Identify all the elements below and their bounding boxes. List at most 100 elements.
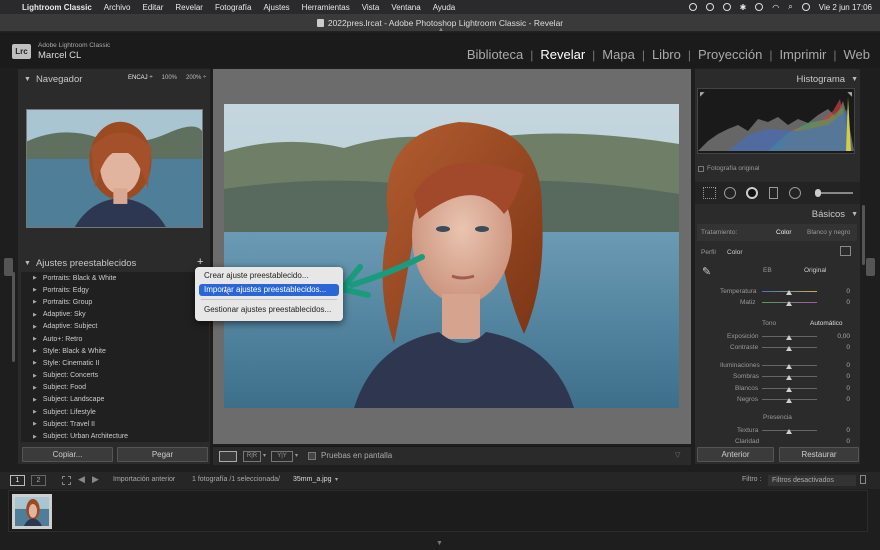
clock[interactable]: Vie 2 jun 17:06 [819, 3, 872, 12]
zoom-200[interactable]: 200% ÷ [186, 75, 206, 81]
screen-2-button[interactable]: 2 [31, 475, 46, 486]
expand-triangle-icon[interactable]: ▶ [33, 434, 37, 440]
right-panel-scrollbar[interactable] [862, 205, 865, 265]
expand-triangle-icon[interactable]: ▶ [33, 397, 37, 403]
bluetooth-icon[interactable]: ✱ [740, 3, 747, 12]
expand-triangle-icon[interactable]: ▶ [33, 360, 37, 366]
expand-triangle-icon[interactable]: ▶ [33, 299, 37, 305]
back-arrow-icon[interactable]: ◀ [78, 474, 85, 485]
reset-button[interactable]: Restaurar [779, 447, 859, 462]
exposure-knob[interactable] [786, 335, 792, 340]
preset-item[interactable]: ▶ Subject: Urban Architecture [21, 430, 209, 442]
menu-editar[interactable]: Editar [142, 3, 163, 12]
whites-value[interactable]: 0 [820, 385, 850, 392]
menu-ventana[interactable]: Ventana [391, 3, 420, 12]
expand-triangle-icon[interactable]: ▶ [33, 409, 37, 415]
menu-create-preset[interactable]: Crear ajuste preestablecido... [199, 270, 339, 282]
texture-knob[interactable] [786, 429, 792, 434]
status-icon[interactable] [705, 3, 714, 11]
eyedropper-icon[interactable]: ✎ [702, 265, 711, 278]
preset-item[interactable]: ▶ Portraits: Group [21, 296, 209, 308]
healing-tool-icon[interactable] [724, 187, 736, 199]
original-photo-checkbox[interactable] [698, 166, 704, 172]
app-menu[interactable]: Lightroom Classic [22, 3, 92, 12]
menu-ayuda[interactable]: Ayuda [433, 3, 456, 12]
blacks-knob[interactable] [786, 398, 792, 403]
preset-item[interactable]: ▶ Subject: Lifestyle [21, 406, 209, 418]
preset-item[interactable]: ▶ Subject: Food [21, 382, 209, 394]
copy-settings-button[interactable]: Copiar... [22, 447, 113, 462]
crop-tool-icon[interactable] [703, 187, 716, 199]
profile-browser-icon[interactable] [840, 246, 851, 256]
filter-lock-icon[interactable] [860, 475, 866, 484]
module-libro[interactable]: Libro [645, 47, 688, 62]
tint-value[interactable]: 0 [820, 299, 850, 306]
soft-proof-checkbox[interactable] [308, 452, 316, 460]
menu-ajustes[interactable]: Ajustes [263, 3, 289, 12]
preset-item[interactable]: ▶ Subject: Travel II [21, 418, 209, 430]
navigator-preview[interactable] [26, 109, 203, 228]
wifi-icon[interactable]: ◠ [772, 3, 779, 12]
loupe-view-icon[interactable] [219, 451, 237, 462]
zoom-100[interactable]: 100% [162, 75, 177, 81]
tint-knob[interactable] [786, 301, 792, 306]
before-after-icon[interactable]: R|R [243, 451, 261, 462]
expand-triangle-icon[interactable]: ▶ [33, 348, 37, 354]
histogram-header[interactable]: Histograma ▼ [700, 70, 858, 88]
record-icon[interactable] [688, 3, 697, 11]
mask-tool-icon[interactable] [746, 187, 758, 199]
presets-scrollbar[interactable] [12, 272, 15, 362]
exposure-value[interactable]: 0,00 [820, 333, 850, 340]
menu-fotografia[interactable]: Fotografía [215, 3, 251, 12]
search-icon[interactable]: ⌕ [788, 2, 792, 12]
module-revelar[interactable]: Revelar [533, 47, 592, 62]
collapse-triangle-icon[interactable]: ▼ [24, 260, 31, 267]
preset-item[interactable]: ▶ Subject: Landscape [21, 394, 209, 406]
wb-dropdown[interactable]: Original [804, 267, 826, 274]
treatment-bw-button[interactable]: Blanco y negro [807, 229, 850, 236]
module-mapa[interactable]: Mapa [595, 47, 642, 62]
preset-item[interactable]: ▶ Auto+: Retro [21, 333, 209, 345]
highlights-value[interactable]: 0 [820, 362, 850, 369]
preset-item[interactable]: ▶ Adaptive: Sky [21, 309, 209, 321]
highlight-clip-icon[interactable]: ◥ [847, 91, 852, 98]
brush-size-knob[interactable] [815, 189, 821, 197]
blacks-value[interactable]: 0 [820, 396, 850, 403]
contrast-value[interactable]: 0 [820, 344, 850, 351]
module-imprimir[interactable]: Imprimir [772, 47, 833, 62]
expand-triangle-icon[interactable]: ▶ [33, 336, 37, 342]
forward-arrow-icon[interactable]: ▶ [92, 474, 99, 485]
menu-vista[interactable]: Vista [362, 3, 380, 12]
main-photo[interactable] [224, 104, 679, 408]
collapse-triangle-icon[interactable]: ▼ [24, 76, 31, 83]
expand-triangle-icon[interactable]: ▶ [33, 373, 37, 379]
toolbar-menu-icon[interactable]: ▽ [675, 451, 680, 459]
texture-value[interactable]: 0 [820, 427, 850, 434]
shadows-knob[interactable] [786, 375, 792, 380]
collapse-triangle-icon[interactable]: ▼ [851, 76, 858, 83]
expand-triangle-icon[interactable]: ▶ [33, 312, 37, 318]
treatment-color-button[interactable]: Color [776, 229, 792, 236]
control-icon[interactable] [722, 3, 731, 11]
filter-dropdown[interactable]: Filtros desactivados [768, 475, 856, 486]
paste-settings-button[interactable]: Pegar [117, 447, 208, 462]
expand-triangle-icon[interactable]: ▶ [33, 324, 37, 330]
filmstrip-thumbnail[interactable] [12, 494, 52, 529]
menu-herramientas[interactable]: Herramientas [302, 3, 350, 12]
highlights-knob[interactable] [786, 364, 792, 369]
grid-view-icon[interactable] [62, 476, 71, 485]
basics-header[interactable]: Básicos ▼ [700, 205, 858, 223]
expand-triangle-icon[interactable]: ▶ [33, 385, 37, 391]
radial-tool-icon[interactable] [789, 187, 801, 199]
preset-item[interactable]: ▶ Subject: Concerts [21, 370, 209, 382]
expand-bottom-icon[interactable]: ▼ [436, 540, 443, 547]
presets-header[interactable]: ▼ Ajustes preestablecidos [24, 254, 204, 272]
screen-1-button[interactable]: 1 [10, 475, 25, 486]
whites-knob[interactable] [786, 387, 792, 392]
module-proyeccion[interactable]: Proyección [691, 47, 769, 62]
expand-triangle-icon[interactable]: ▶ [33, 275, 37, 281]
auto-tone-button[interactable]: Automático [810, 320, 843, 327]
collapse-triangle-icon[interactable]: ▼ [851, 211, 858, 218]
sync-icon[interactable] [755, 3, 764, 11]
preset-item[interactable]: ▶ Style: Cinematic II [21, 357, 209, 369]
